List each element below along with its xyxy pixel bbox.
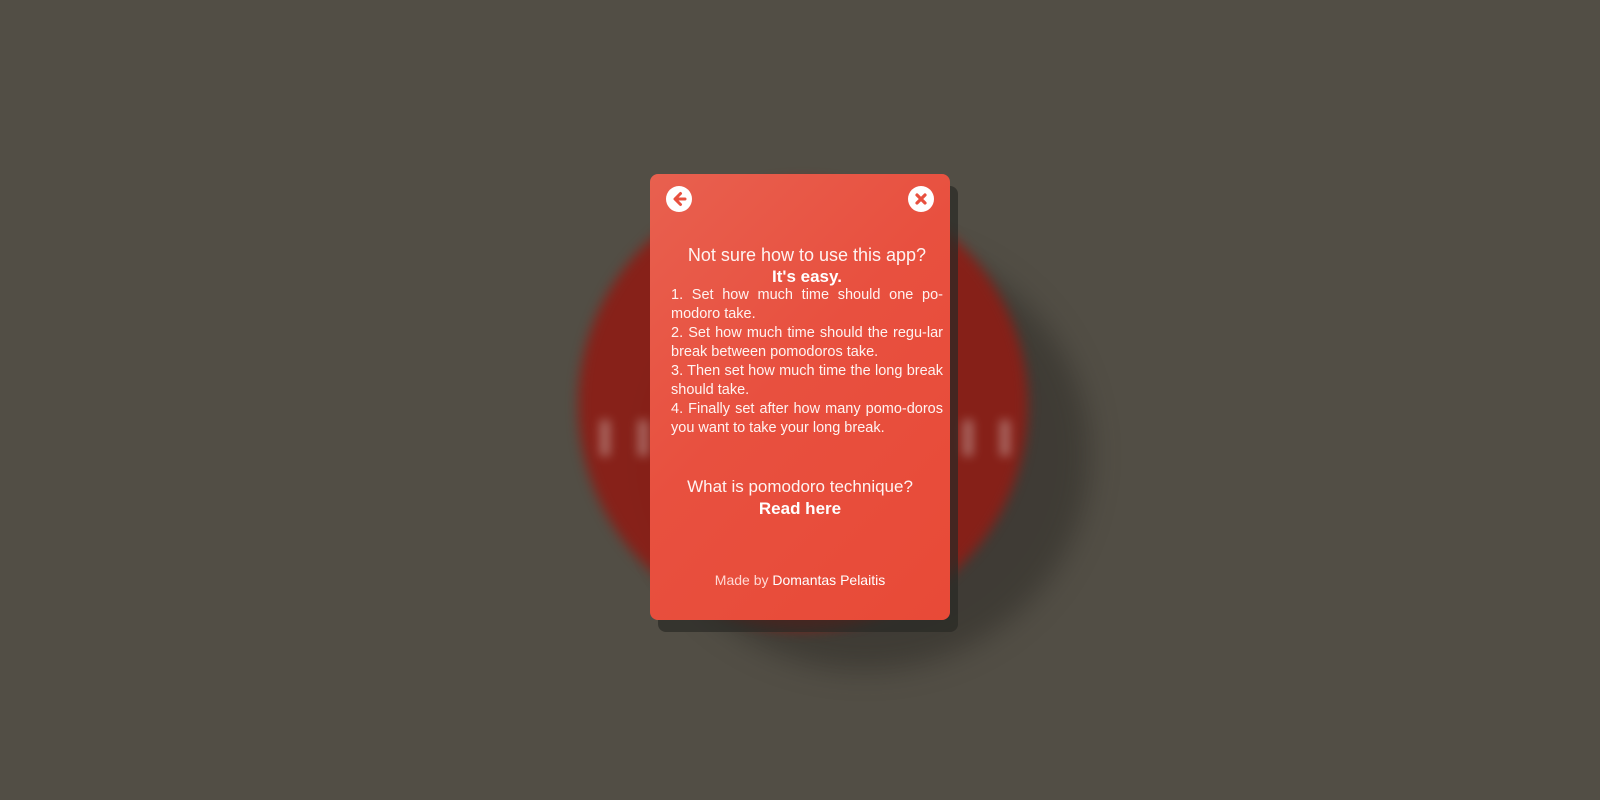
author-link[interactable]: Domantas Pelaitis [772,572,885,588]
close-circle-icon [909,187,933,211]
help-question: Not sure how to use this app? [687,245,927,265]
technique-section: What is pomodoro technique? Read here [650,476,950,520]
intro-section: Not sure how to use this app? It's easy. [650,244,950,288]
made-by-label: Made by [714,572,769,588]
arrow-left-circle-icon [667,187,691,211]
technique-question: What is pomodoro technique? [687,477,913,496]
instruction-step: 3. Then set how much time the long break… [671,363,943,398]
close-button[interactable] [908,186,934,212]
back-button[interactable] [666,186,692,212]
help-card: Not sure how to use this app? It's easy.… [650,174,950,620]
help-answer: It's easy. [772,267,842,286]
instruction-list: 1. Set how much time should one po-modor… [671,286,943,438]
instruction-step: 2. Set how much time should the regu-lar… [671,325,943,360]
credits-footer: Made by Domantas Pelaitis [650,572,950,588]
read-here-link[interactable]: Read here [759,499,841,518]
instruction-step: 4. Finally set after how many pomo-doros… [671,401,943,436]
instruction-step: 1. Set how much time should one po-modor… [671,287,943,322]
